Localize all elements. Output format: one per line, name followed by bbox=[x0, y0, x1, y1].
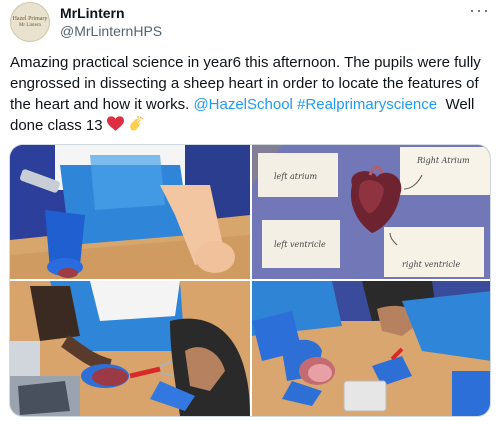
hashtag-link[interactable]: #Realprimaryscience bbox=[297, 96, 437, 113]
author-handle[interactable]: @MrLinternHPS bbox=[60, 23, 162, 39]
mention-link[interactable]: @HazelSchool bbox=[193, 96, 292, 113]
avatar-text-bottom: Mr Lintern bbox=[18, 22, 42, 28]
avatar-text-top: Hazel Primary bbox=[12, 15, 48, 22]
labelled-heart-photo[interactable]: left atrium Right Atrium left ventricle … bbox=[252, 145, 490, 279]
pupil-dissecting-photo[interactable] bbox=[10, 281, 250, 416]
author-display-name[interactable]: MrLintern bbox=[60, 5, 125, 21]
tweet-text: Amazing practical science in year6 this … bbox=[10, 52, 492, 136]
pupils-table-photo[interactable] bbox=[252, 281, 490, 416]
media-grid: left atrium Right Atrium left ventricle … bbox=[9, 144, 491, 417]
avatar[interactable]: Hazel Primary Mr Lintern bbox=[10, 2, 50, 42]
pupil-with-gloves-photo[interactable] bbox=[10, 145, 250, 279]
label-right-ventricle: right ventricle bbox=[402, 260, 460, 269]
label-left-atrium: left atrium bbox=[274, 172, 318, 181]
more-options-icon[interactable]: ··· bbox=[469, 0, 490, 21]
clapping-hands-icon bbox=[130, 116, 144, 131]
label-right-atrium: Right Atrium bbox=[416, 156, 470, 165]
label-left-ventricle: left ventricle bbox=[274, 240, 326, 249]
red-heart-icon bbox=[106, 116, 124, 131]
